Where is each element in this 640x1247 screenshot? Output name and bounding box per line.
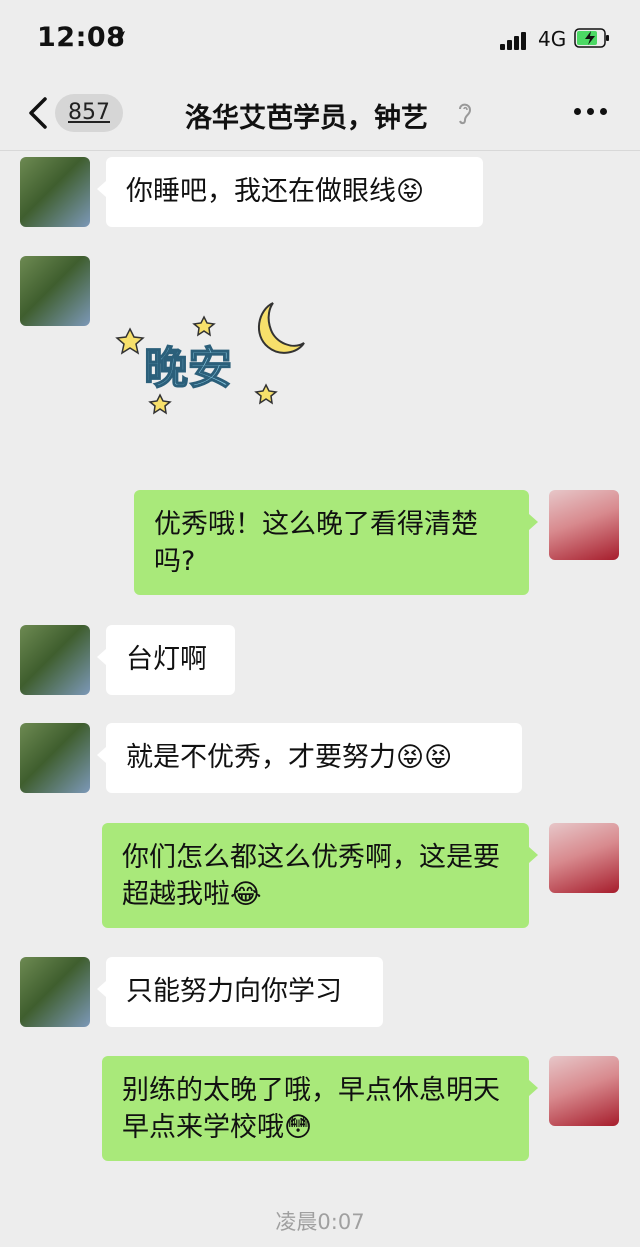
my-avatar[interactable] xyxy=(549,823,619,893)
chat-header: 857 洛华艾芭学员，钟艺 xyxy=(0,80,640,151)
message-bubble[interactable]: 就是不优秀，才要努力😝😝 xyxy=(97,723,522,793)
network-type: 4G xyxy=(538,27,567,51)
sticker-text: 晚安 xyxy=(144,343,232,394)
message-bubble[interactable]: 台灯啊 xyxy=(97,625,235,695)
status-bar: 12:08 4G xyxy=(0,0,640,80)
message-bubble[interactable]: 优秀哦！这么晚了看得清楚吗? xyxy=(134,490,538,595)
more-options-icon[interactable] xyxy=(574,108,608,118)
contact-avatar[interactable] xyxy=(20,256,90,326)
unread-count-badge[interactable]: 857 xyxy=(55,94,123,132)
contact-avatar[interactable] xyxy=(20,625,90,695)
cellular-signal-icon xyxy=(500,30,530,50)
message-bubble[interactable]: 只能努力向你学习 xyxy=(97,957,383,1027)
battery-charging-icon xyxy=(574,28,609,48)
message-timestamp: 凌晨0:07 xyxy=(275,1210,365,1234)
contact-avatar[interactable] xyxy=(20,723,90,793)
earpiece-mode-icon xyxy=(459,103,472,125)
message-bubble[interactable]: 你们怎么都这么优秀啊，这是要超越我啦😂 xyxy=(102,823,538,928)
my-avatar[interactable] xyxy=(549,490,619,560)
my-avatar[interactable] xyxy=(549,1056,619,1126)
location-arrow-icon xyxy=(111,31,125,45)
chat-title: 洛华艾芭学员，钟艺 xyxy=(185,103,428,134)
back-chevron-icon[interactable] xyxy=(26,96,50,130)
good-night-sticker[interactable]: 晚安 xyxy=(108,295,318,415)
moon-stars-icon: 晚安 xyxy=(115,302,305,415)
message-bubble[interactable]: 你睡吧，我还在做眼线😝 xyxy=(97,157,483,227)
message-bubble[interactable]: 别练的太晚了哦，早点休息明天早点来学校哦😳 xyxy=(102,1056,538,1161)
contact-avatar[interactable] xyxy=(20,157,90,227)
contact-avatar[interactable] xyxy=(20,957,90,1027)
